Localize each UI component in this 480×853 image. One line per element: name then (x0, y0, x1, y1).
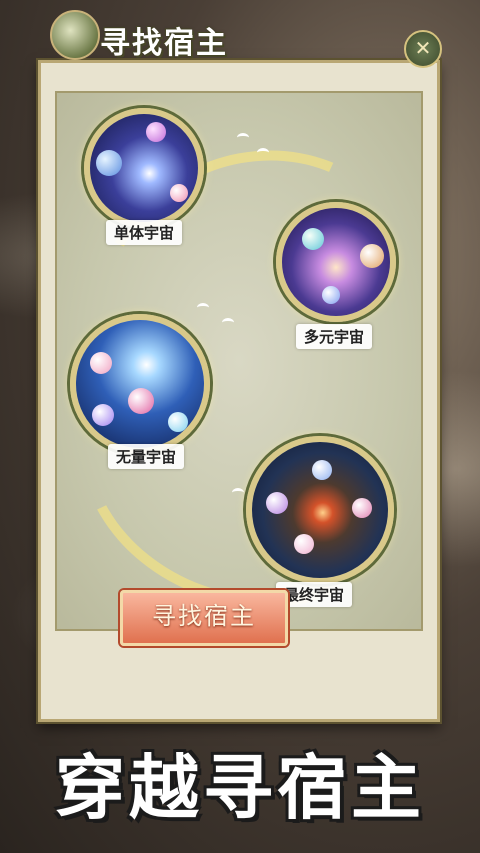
planet-icon (352, 498, 372, 518)
planet-icon (302, 228, 324, 250)
orb-single-universe[interactable] (84, 108, 204, 228)
panel-header: 寻找宿主 (36, 10, 266, 68)
orb-label-infinite-universe: 无量宇宙 (108, 444, 185, 469)
orb-final-universe[interactable] (246, 436, 394, 584)
planet-icon (360, 244, 384, 268)
bird-icon (237, 133, 249, 142)
bird-icon (232, 488, 244, 497)
close-icon: ✕ (414, 36, 432, 60)
close-button[interactable]: ✕ (404, 30, 442, 68)
planet-icon (168, 412, 188, 432)
planet-icon (322, 286, 340, 304)
orb-label-multi-universe: 多元宇宙 (296, 324, 373, 349)
orb-infinite-universe[interactable] (70, 314, 210, 454)
planet-icon (90, 352, 112, 374)
planet-emblem-icon (50, 10, 100, 60)
planet-icon (128, 388, 154, 414)
planet-icon (146, 122, 166, 142)
bird-icon (257, 148, 269, 157)
bird-icon (197, 303, 209, 312)
orb-multi-universe[interactable] (276, 202, 396, 322)
planet-icon (170, 184, 188, 202)
promo-banner: 穿越寻宿主 (55, 747, 425, 829)
bird-icon (222, 318, 234, 327)
planet-icon (96, 150, 122, 176)
page-title: 寻找宿主 (100, 26, 228, 61)
find-host-button[interactable]: 寻找宿主 (120, 590, 288, 646)
planet-icon (294, 534, 314, 554)
orb-label-single-universe: 单体宇宙 (106, 220, 183, 245)
planet-icon (312, 460, 332, 480)
planet-icon (266, 492, 288, 514)
planet-icon (92, 404, 114, 426)
